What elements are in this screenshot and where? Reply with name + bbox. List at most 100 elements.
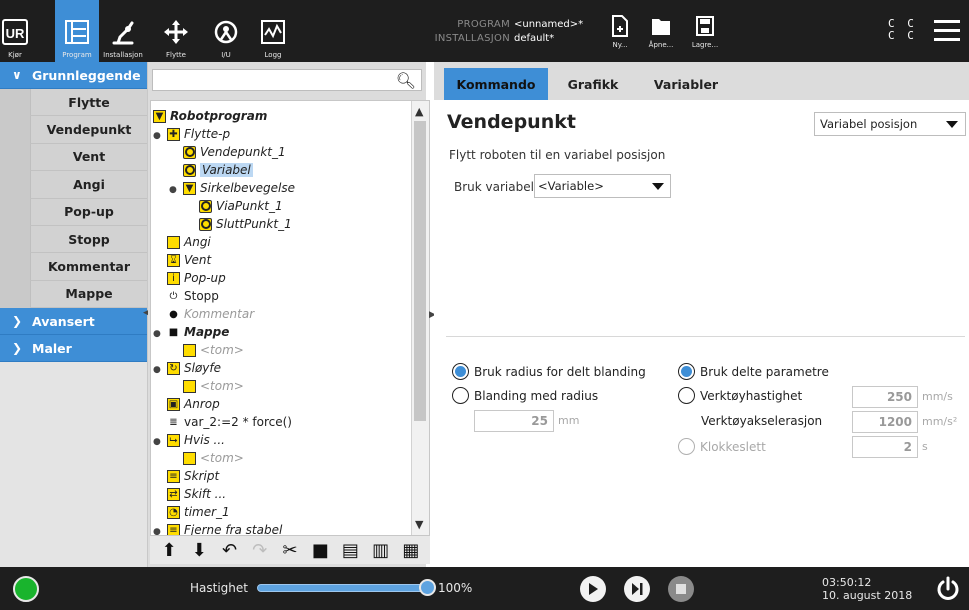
tree-row[interactable]: <tom> xyxy=(183,377,244,395)
move-down-icon[interactable]: ⬇︎ xyxy=(187,538,211,562)
category-item-vendepunkt[interactable]: Vendepunkt xyxy=(30,116,147,144)
move-up-icon[interactable]: ⬆︎ xyxy=(157,538,181,562)
delete-icon[interactable]: ▥ xyxy=(369,538,393,562)
scroll-down-icon[interactable]: ▼ xyxy=(415,518,423,531)
power-button[interactable] xyxy=(935,576,961,602)
tree-row[interactable]: <tom> xyxy=(183,449,244,467)
time-field[interactable]: 2 xyxy=(852,436,918,458)
category-avansert[interactable]: ❯ Avansert xyxy=(0,308,147,336)
tree-row[interactable]: ≣ var_2:=2 * force() xyxy=(167,413,292,431)
speed-slider[interactable] xyxy=(257,584,427,592)
tree-row[interactable]: Angi xyxy=(167,233,211,251)
search-icon[interactable]: 🔍︎ xyxy=(396,71,416,90)
clock-time: 03:50:12 xyxy=(822,576,872,589)
tree-row[interactable]: ▼ Sirkelbevegelse xyxy=(183,179,295,197)
tree-search-input[interactable]: 🔍︎ xyxy=(152,69,422,91)
new-file-button[interactable]: Ny... xyxy=(600,14,640,49)
category-item-kommentar[interactable]: Kommentar xyxy=(30,253,147,281)
tree-row[interactable]: <tom> xyxy=(183,341,244,359)
node-expander-icon[interactable]: ● xyxy=(153,329,161,339)
control-status-indicator[interactable]: C C C C xyxy=(888,18,917,42)
tree-row[interactable]: ⏻︎ Stopp xyxy=(167,287,219,305)
radio-unchecked-icon xyxy=(452,387,469,404)
tree-row[interactable]: ▣ Anrop xyxy=(167,395,220,413)
blend-radius-field[interactable]: 25 xyxy=(474,410,554,432)
robot-status-indicator[interactable] xyxy=(13,576,39,602)
step-button[interactable] xyxy=(624,576,650,602)
folder-icon xyxy=(652,19,670,35)
save-file-button[interactable]: Lagre... xyxy=(685,14,725,49)
stop-button[interactable] xyxy=(668,576,694,602)
time-radio[interactable]: Klokkeslett xyxy=(678,438,766,455)
paste-icon[interactable]: ▤ xyxy=(338,538,362,562)
tree-row[interactable]: ⌛︎ Vent xyxy=(167,251,211,269)
tree-row[interactable]: ✚ Flytte-p xyxy=(167,125,230,143)
shared-params-radio[interactable]: Bruk delte parametre xyxy=(678,363,829,380)
command-category-panel: ∨ Grunnleggende Flytte Vendepunkt Vent A… xyxy=(0,62,148,567)
category-item-angi[interactable]: Angi xyxy=(30,171,147,199)
suppress-icon[interactable]: ▦ xyxy=(399,538,423,562)
tree-toolbar: ⬆︎ ⬇︎ ↶ ↷ ✂︎ ■ ▤ ▥ ▦ xyxy=(150,536,430,564)
io-icon xyxy=(211,15,241,49)
tree-row[interactable]: ≡ Fjerne fra stabel xyxy=(167,521,282,535)
tree-row[interactable]: ● Kommentar xyxy=(167,305,254,323)
open-file-button[interactable]: Åpne... xyxy=(641,14,681,49)
node-expander-icon[interactable]: ● xyxy=(153,131,161,141)
tab-kommando[interactable]: Kommando xyxy=(444,68,548,100)
shared-blend-radio[interactable]: Bruk radius for delt blanding xyxy=(452,363,646,380)
waypoint-type-select[interactable]: Variabel posisjon xyxy=(814,112,966,136)
category-item-vent[interactable]: Vent xyxy=(30,143,147,172)
tool-speed-field[interactable]: 250 xyxy=(852,386,918,408)
program-tree[interactable]: ▼ Robotprogram ● ✚ Flytte-p Vendepunkt_1 V… xyxy=(150,100,430,536)
tree-row[interactable]: ▼ Robotprogram xyxy=(153,107,267,125)
tab-grafikk[interactable]: Grafikk xyxy=(552,68,634,100)
node-expander-icon[interactable]: ● xyxy=(169,185,177,195)
speed-slider-handle[interactable] xyxy=(418,579,436,596)
tree-row[interactable]: SluttPunkt_1 xyxy=(199,215,292,233)
nav-run-button[interactable]: UR Kjør xyxy=(0,0,30,62)
tree-row[interactable]: ≡ Skript xyxy=(167,467,219,485)
nav-io-button[interactable]: I/U xyxy=(208,0,244,62)
tree-row[interactable]: ViaPunkt_1 xyxy=(199,197,283,215)
page-title: Vendepunkt xyxy=(447,111,576,133)
step-forward-icon xyxy=(632,583,643,595)
redo-icon[interactable]: ↷ xyxy=(248,538,272,562)
nav-log-button[interactable]: Logg xyxy=(256,0,290,62)
cut-icon[interactable]: ✂︎ xyxy=(278,538,302,562)
tree-scrollbar[interactable]: ▲ ▼ xyxy=(411,101,429,535)
tool-speed-radio[interactable]: Verktøyhastighet xyxy=(678,387,802,404)
category-item-mappe[interactable]: Mappe xyxy=(30,280,147,309)
tree-row[interactable]: ⮡ Hvis ... xyxy=(167,431,225,449)
category-maler[interactable]: ❯ Maler xyxy=(0,335,147,363)
tree-row[interactable]: ■ Mappe xyxy=(167,323,230,341)
scrollbar-thumb[interactable] xyxy=(414,121,426,421)
scroll-up-icon[interactable]: ▲ xyxy=(415,105,423,118)
category-item-stopp[interactable]: Stopp xyxy=(30,225,147,254)
nav-move-button[interactable]: Flytte xyxy=(158,0,194,62)
variable-select[interactable]: <Variable> xyxy=(534,174,671,198)
tree-row[interactable]: ↻ Sløyfe xyxy=(167,359,221,377)
tree-row[interactable]: i Pop-up xyxy=(167,269,226,287)
program-info: PROGRAM <unnamed>* INSTALLASJON default* xyxy=(426,18,584,46)
copy-icon[interactable]: ■ xyxy=(308,538,332,562)
hamburger-menu-icon[interactable] xyxy=(934,20,960,42)
save-icon xyxy=(696,16,714,36)
play-button[interactable] xyxy=(580,576,606,602)
nav-program-button[interactable]: Program xyxy=(55,0,99,62)
category-item-popup[interactable]: Pop-up xyxy=(30,198,147,226)
tree-row[interactable]: ◔ timer_1 xyxy=(167,503,230,521)
tree-row[interactable]: Vendepunkt_1 xyxy=(183,143,286,161)
node-expander-icon[interactable]: ● xyxy=(153,527,161,535)
category-item-flytte[interactable]: Flytte xyxy=(30,89,147,117)
tree-row[interactable]: ⇄ Skift ... xyxy=(167,485,226,503)
tree-row-selected[interactable]: Variabel xyxy=(183,161,253,179)
node-expander-icon[interactable]: ● xyxy=(153,437,161,447)
tab-bar: Kommando Grafikk Variabler xyxy=(434,62,969,100)
tool-accel-field[interactable]: 1200 xyxy=(852,411,918,433)
category-grunnleggende[interactable]: ∨ Grunnleggende xyxy=(0,62,147,89)
undo-icon[interactable]: ↶ xyxy=(218,538,242,562)
nav-installation-button[interactable]: Installasjon xyxy=(100,0,146,62)
tab-variabler[interactable]: Variabler xyxy=(640,68,732,100)
blend-radius-radio[interactable]: Blanding med radius xyxy=(452,387,598,404)
node-expander-icon[interactable]: ● xyxy=(153,365,161,375)
